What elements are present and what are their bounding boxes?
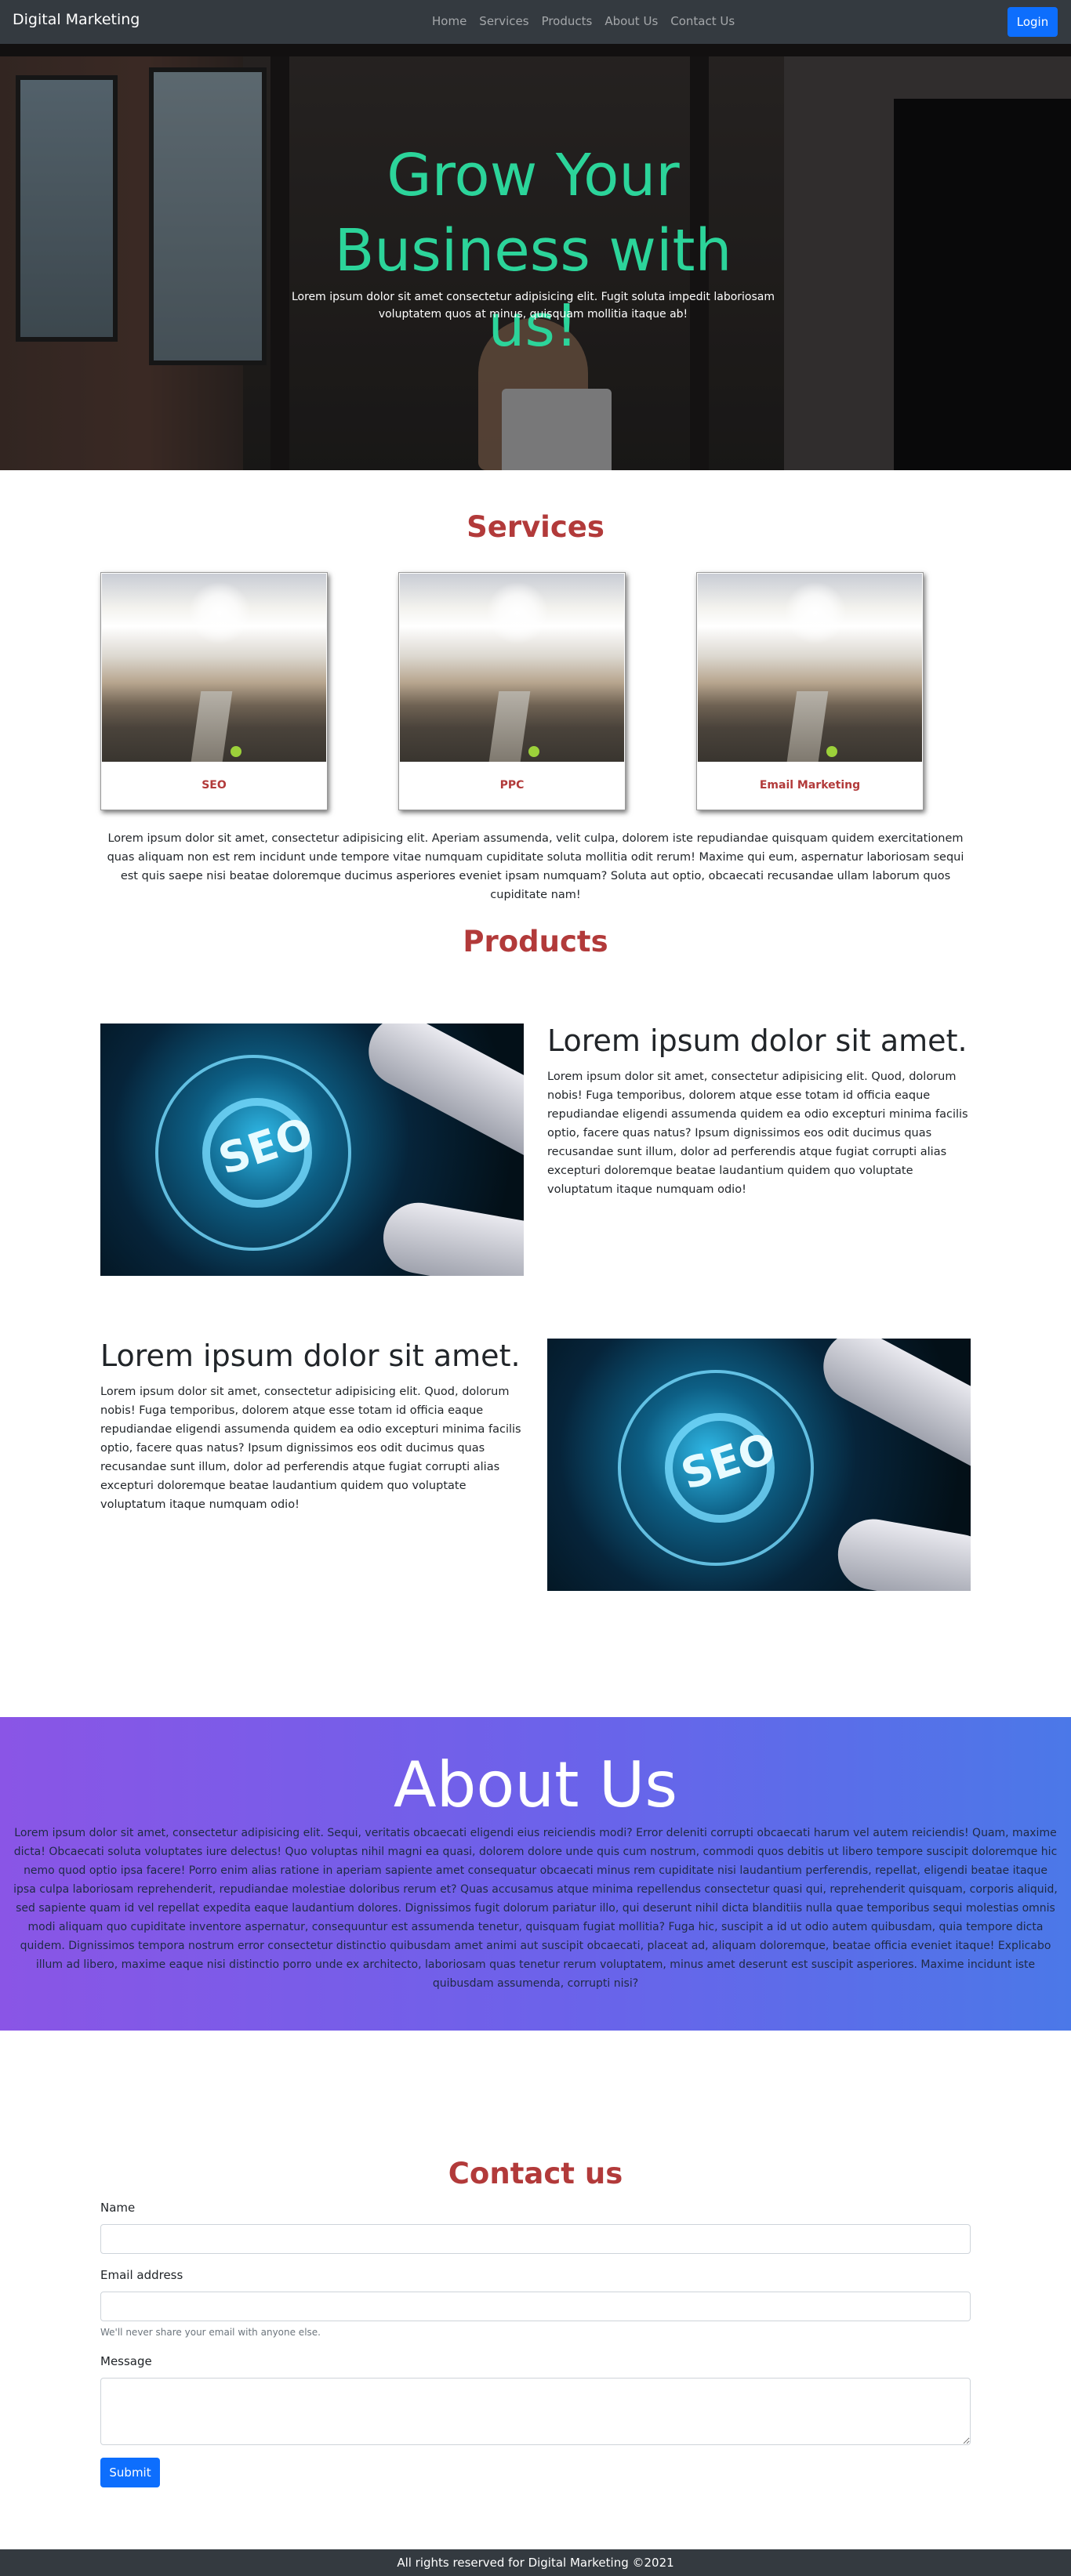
brand-link[interactable]: Digital Marketing bbox=[13, 11, 140, 28]
navbar: Digital Marketing Home Services Products… bbox=[0, 0, 1071, 44]
nav-link-products[interactable]: Products bbox=[542, 14, 593, 28]
login-button[interactable]: Login bbox=[1007, 7, 1058, 37]
nav-link-home[interactable]: Home bbox=[432, 14, 467, 28]
page-canvas bbox=[0, 0, 1071, 2576]
nav-link-services[interactable]: Services bbox=[479, 14, 528, 28]
nav-link-about-us[interactable]: About Us bbox=[604, 14, 658, 28]
nav-link-contact-us[interactable]: Contact Us bbox=[670, 14, 735, 28]
nav-links: Home Services Products About Us Contact … bbox=[432, 14, 735, 28]
